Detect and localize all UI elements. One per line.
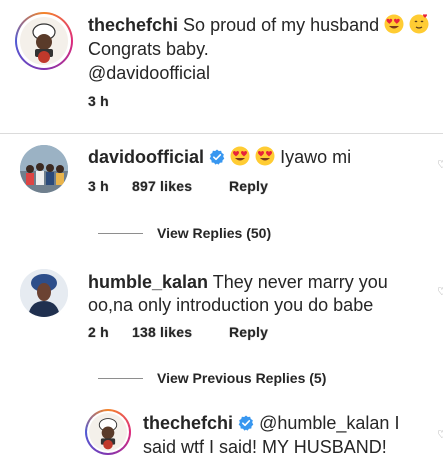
view-previous-replies-button[interactable]: View Previous Replies (5) [98, 370, 326, 386]
caption-text-line2: Congrats baby. [88, 39, 209, 59]
comment-time: 3 h [88, 178, 109, 194]
caption-divider [0, 133, 443, 134]
verified-badge-icon [209, 149, 225, 165]
view-replies-label[interactable]: View Replies (50) [157, 225, 271, 241]
caption-avatar-ring[interactable] [15, 12, 73, 70]
chef-logo-icon [32, 23, 56, 63]
heart-face-emoji [409, 14, 429, 34]
reply-mention[interactable]: @humble_kalan [259, 413, 389, 433]
comment-likes[interactable]: 897 likes [132, 178, 192, 194]
heart-eyes-emoji [230, 146, 250, 166]
group-photo-icon [20, 145, 68, 193]
replies-line [98, 232, 143, 234]
comment-text: Iyawo mi [280, 147, 352, 167]
like-heart-icon[interactable]: ♡ [437, 287, 443, 298]
avatar[interactable] [20, 145, 68, 193]
heart-eyes-emoji [255, 146, 275, 166]
comment-username[interactable]: humble_kalan [88, 272, 208, 292]
like-heart-icon[interactable]: ♡ [437, 160, 443, 171]
reply-text-line2: said wtf I said! MY HUSBAND! [143, 437, 387, 457]
caption-time: 3 h [88, 93, 109, 109]
comment-username[interactable]: davidoofficial [88, 147, 204, 167]
comment-likes[interactable]: 138 likes [132, 324, 192, 340]
avatar[interactable] [89, 413, 127, 451]
reply-text: I [394, 413, 400, 433]
caption-mention[interactable]: @davidoofficial [88, 62, 210, 84]
comment-text: They never marry you [212, 272, 388, 292]
avatar[interactable] [20, 17, 68, 65]
comment-time: 2 h [88, 324, 109, 340]
reply-avatar-ring[interactable] [85, 409, 131, 455]
view-replies-button[interactable]: View Replies (50) [98, 225, 271, 241]
chef-logo-icon [98, 418, 118, 450]
caption-text: So proud of my husband [183, 15, 380, 35]
reply-button[interactable]: Reply [229, 324, 268, 340]
caption-username[interactable]: thechefchi [88, 15, 178, 35]
view-replies-label[interactable]: View Previous Replies (5) [157, 370, 326, 386]
replies-line [98, 377, 143, 379]
caption-section: thechefchi So proud of my husband Congra… [0, 0, 443, 133]
like-heart-icon[interactable]: ♡ [437, 430, 443, 441]
portrait-photo-icon [20, 269, 68, 317]
reply-username[interactable]: thechefchi [143, 413, 233, 433]
reply-button[interactable]: Reply [229, 178, 268, 194]
verified-badge-icon [238, 415, 254, 431]
heart-eyes-emoji [384, 14, 404, 34]
avatar[interactable] [20, 269, 68, 317]
comment-text-line2: oo,na only introduction you do babe [88, 295, 374, 315]
